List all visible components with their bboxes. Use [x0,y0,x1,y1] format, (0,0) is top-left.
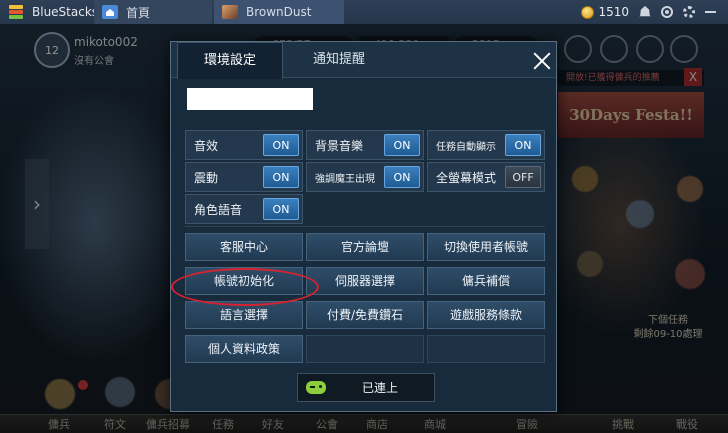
tab-home[interactable]: 首頁 [94,0,212,24]
coin-icon [581,5,595,19]
tab-browndust[interactable]: BrownDust [214,0,344,24]
app-name: BlueStacks [32,5,99,19]
notification-bell-icon[interactable] [639,6,651,17]
dialog-tab-bar: 環境設定 通知提醒 [171,42,556,79]
toggle-switch[interactable]: ON [263,166,299,188]
connected-button[interactable]: 已連上 [297,373,435,402]
toggle-switch[interactable]: ON [384,134,420,156]
titlebar-right: 1510 [581,0,728,24]
setting-label: 任務自動顯示 [436,141,496,153]
close-icon[interactable] [533,52,551,70]
tab-notifications[interactable]: 通知提醒 [289,42,389,78]
toggle-switch[interactable]: ON [263,198,299,220]
settings-dialog: 環境設定 通知提醒 音效 ON 背景音樂 ON 任務自動顯示 ON 震動 ON … [170,41,557,412]
empty-slot [306,335,424,363]
privacy-policy-button[interactable]: 個人資料政策 [185,335,303,363]
setting-character-voice: 角色語音 ON [185,194,303,224]
switch-account-button[interactable]: 切換使用者帳號 [427,233,545,261]
game-icon [222,5,238,19]
settings-gear-icon[interactable] [683,6,695,18]
tab-home-label: 首頁 [126,5,151,20]
connected-label: 已連上 [362,381,399,395]
setting-boss-alert: 強調魔王出現 ON [306,162,424,192]
account-icon[interactable] [661,6,673,18]
notification-dot [649,6,651,9]
toggle-switch[interactable]: ON [505,134,541,156]
bluestacks-logo-icon [6,3,28,21]
official-forum-button[interactable]: 官方論壇 [306,233,424,261]
toggle-switch[interactable]: OFF [505,166,541,188]
setting-label: 震動 [194,170,219,185]
customer-service-button[interactable]: 客服中心 [185,233,303,261]
tab-environment-settings[interactable]: 環境設定 [177,42,283,79]
toggle-switch[interactable]: ON [384,166,420,188]
toggle-switch[interactable]: ON [263,134,299,156]
setting-sound-effects: 音效 ON [185,130,303,160]
minimize-icon[interactable] [705,11,716,13]
server-select-button[interactable]: 伺服器選擇 [306,267,424,295]
empty-slot [427,335,545,363]
mercenary-compensation-button[interactable]: 傭兵補償 [427,267,545,295]
tab-browndust-label: BrownDust [246,5,312,19]
home-icon [102,5,118,19]
setting-label: 全螢幕模式 [436,170,497,185]
redacted-name-field [187,88,313,110]
setting-label: 角色語音 [194,202,243,217]
setting-bgm: 背景音樂 ON [306,130,424,160]
coin-count: 1510 [598,5,629,19]
setting-fullscreen: 全螢幕模式 OFF [427,162,545,192]
setting-label: 音效 [194,138,219,153]
setting-label: 強調魔王出現 [315,173,375,185]
divider [185,226,545,227]
diamonds-button[interactable]: 付費/免費鑽石 [306,301,424,329]
setting-label: 背景音樂 [315,138,364,153]
setting-auto-task-display: 任務自動顯示 ON [427,130,545,160]
gamepad-icon [306,381,326,394]
highlight-annotation [171,268,319,306]
setting-vibration: 震動 ON [185,162,303,192]
terms-of-service-button[interactable]: 遊戲服務條款 [427,301,545,329]
